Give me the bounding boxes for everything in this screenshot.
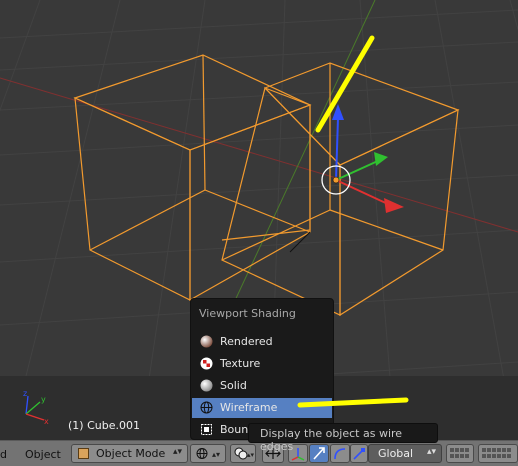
menu-item-label: Solid	[220, 379, 247, 392]
object-menu[interactable]: Object	[25, 448, 61, 461]
viewport-shading-button[interactable]: ▴▾	[190, 444, 226, 463]
rendered-sphere-icon	[200, 335, 213, 348]
menu-item-solid[interactable]: Solid	[192, 376, 332, 396]
menu-item-wireframe[interactable]: Wireframe	[192, 398, 332, 418]
object-origin-dot	[332, 176, 340, 184]
bounding-box-icon	[201, 424, 212, 435]
menu-title: Viewport Shading	[199, 307, 296, 320]
active-object-info: (1) Cube.001	[68, 419, 140, 432]
menu-item-texture[interactable]: Texture	[192, 354, 332, 374]
pivot-point-button[interactable]: ▴▾	[230, 444, 256, 463]
viewport-shading-menu: Viewport Shading Rendered Texture Solid	[190, 298, 334, 440]
layer-grid-icon	[450, 448, 469, 458]
chevron-updown-icon: ▴▾	[172, 447, 182, 457]
tooltip-text: Display the object as wire edges	[260, 427, 403, 453]
chevron-updown-icon: ▴▾	[247, 451, 255, 459]
blender-window: z y x z y x (1) Cube.001 d Object Object…	[0, 0, 518, 466]
texture-checker-icon	[200, 357, 213, 370]
wireframe-globe-icon	[196, 448, 208, 459]
menu-item-label: Wireframe	[220, 401, 278, 414]
layer-grid-icon	[482, 448, 511, 458]
wireframe-globe-icon	[200, 401, 213, 414]
right-cube-wireframe	[221, 62, 460, 317]
menu-item-rendered[interactable]: Rendered	[192, 332, 332, 352]
tooltip: Display the object as wire edges	[248, 423, 438, 453]
mode-dropdown-label: Object Mode	[96, 447, 166, 460]
solid-sphere-icon	[200, 379, 213, 392]
layers-button-2[interactable]	[478, 444, 518, 463]
menu-item-label: Texture	[220, 357, 261, 370]
mode-dropdown[interactable]: Object Mode ▴▾	[71, 444, 188, 463]
object-mode-cube-icon	[78, 448, 89, 459]
pivot-circles-icon	[234, 447, 248, 460]
y-arrow-head	[374, 152, 388, 166]
x-axis-line	[0, 77, 518, 233]
x-arrow-head	[384, 198, 404, 213]
menu-item-label: Rendered	[220, 335, 273, 348]
view-menu[interactable]: d	[0, 448, 7, 461]
chevron-updown-icon: ▴▾	[212, 450, 220, 459]
layers-button[interactable]	[446, 444, 474, 463]
